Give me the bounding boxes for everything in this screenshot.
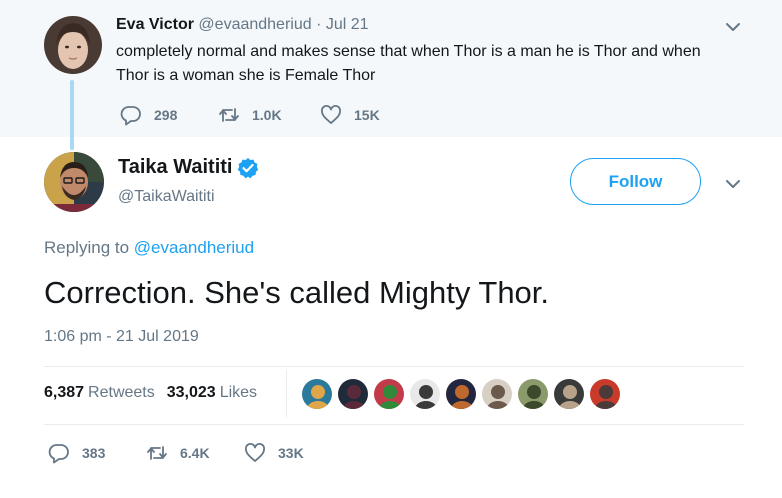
likes-stat[interactable]: 33,023 Likes [167, 384, 257, 402]
liker-avatar-3[interactable] [373, 378, 405, 410]
follow-button[interactable]: Follow [570, 158, 701, 205]
likes-stat-label: Likes [219, 384, 258, 401]
retweet-count: 6.4K [180, 445, 210, 461]
replying-to-handle-link[interactable]: @evaandheriud [134, 238, 254, 257]
like-count: 33K [278, 445, 304, 461]
avatar[interactable] [44, 152, 104, 212]
replying-prefix: Replying to [44, 238, 130, 257]
retweets-stat-count: 6,387 [44, 384, 85, 401]
heart-icon [245, 443, 265, 462]
stats-separator [286, 369, 287, 417]
retweets-stat-label: Retweets [88, 384, 155, 401]
reply-button[interactable]: 383 [48, 442, 105, 464]
retweet-icon [219, 108, 239, 122]
author-name[interactable]: Taika Waititi [118, 156, 232, 179]
liker-avatar-6[interactable] [481, 378, 513, 410]
liker-avatar-4[interactable] [409, 378, 441, 410]
chevron-down-icon[interactable] [724, 175, 742, 193]
liker-avatar-5[interactable] [445, 378, 477, 410]
reply-count: 383 [82, 445, 106, 461]
likes-stat-count: 33,023 [166, 384, 216, 401]
reply-icon [120, 106, 141, 126]
like-count: 15K [354, 107, 380, 123]
like-button[interactable]: 15K [320, 104, 380, 126]
liker-avatar-1[interactable] [301, 378, 333, 410]
tweet-date[interactable]: Jul 21 [326, 16, 369, 33]
liker-avatar-8[interactable] [553, 378, 585, 410]
reply-count: 298 [154, 107, 178, 123]
retweet-icon [147, 446, 167, 460]
avatar[interactable] [44, 16, 102, 74]
tweet-text: completely normal and makes sense that w… [116, 43, 701, 84]
liker-avatar-7[interactable] [517, 378, 549, 410]
divider [44, 424, 744, 425]
divider [44, 366, 744, 367]
tweet-timestamp[interactable]: 1:06 pm - 21 Jul 2019 [44, 328, 199, 346]
liker-avatar-9[interactable] [589, 378, 621, 410]
retweet-button[interactable]: 6.4K [146, 442, 210, 464]
replying-to: Replying to @evaandheriud [44, 238, 254, 258]
taika-waititi-avatar-icon [44, 152, 104, 212]
retweets-stat[interactable]: 6,387 Retweets [44, 384, 155, 402]
heart-icon [321, 105, 341, 124]
author-handle[interactable]: @TaikaWaititi [118, 188, 215, 206]
separator-dot: · [316, 16, 322, 33]
reply-button[interactable]: 298 [120, 104, 177, 126]
author-name[interactable]: Eva Victor [116, 16, 194, 33]
author-handle[interactable]: @evaandheriud [198, 16, 311, 33]
chevron-down-icon[interactable] [724, 18, 742, 36]
author-name-row: Taika Waititi [118, 156, 259, 179]
liker-avatar-2[interactable] [337, 378, 369, 410]
reply-icon [48, 444, 69, 464]
retweet-count: 1.0K [252, 107, 282, 123]
like-button[interactable]: 33K [244, 442, 304, 464]
tweet-text: Correction. She's called Mighty Thor. [44, 275, 550, 310]
parent-tweet-header: Eva Victor @evaandheriud · Jul 21 [116, 16, 369, 34]
tweet-stats: 6,387 Retweets 33,023 Likes [44, 384, 257, 402]
parent-tweet[interactable]: Eva Victor @evaandheriud · Jul 21 comple… [0, 0, 782, 150]
retweet-button[interactable]: 1.0K [218, 104, 282, 126]
eva-victor-avatar-icon [44, 16, 102, 74]
verified-badge-icon [238, 157, 259, 178]
thread-connector [70, 80, 74, 150]
